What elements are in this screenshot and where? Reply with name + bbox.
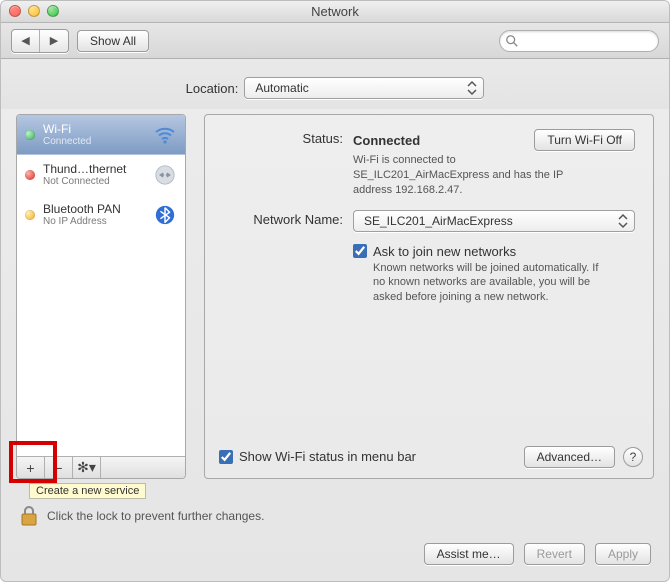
service-item-thunderbolt-ethernet[interactable]: Thund…thernet Not Connected <box>17 155 185 195</box>
assist-me-button[interactable]: Assist me… <box>424 543 514 565</box>
turn-wifi-off-button[interactable]: Turn Wi-Fi Off <box>534 129 635 151</box>
ask-join-label: Ask to join new networks <box>373 244 516 259</box>
service-text: Thund…thernet Not Connected <box>43 162 145 187</box>
service-action-menu[interactable]: ✻▾ <box>73 457 101 478</box>
status-description: Wi-Fi is connected to SE_ILC201_AirMacEx… <box>353 153 593 198</box>
status-dot <box>25 210 35 220</box>
service-text: Bluetooth PAN No IP Address <box>43 202 145 227</box>
titlebar: Network <box>1 1 669 23</box>
window-title: Network <box>311 4 359 19</box>
show-status-menubar-checkbox[interactable] <box>219 450 233 464</box>
ask-join-checkbox[interactable] <box>353 244 367 258</box>
remove-service-button[interactable]: − <box>45 457 73 478</box>
services-list: Wi-Fi Connected Thund…thernet Not Connec… <box>17 115 185 456</box>
bottom-buttons: Assist me… Revert Apply <box>424 543 651 565</box>
network-name-label: Network Name: <box>223 210 343 227</box>
toolbar: ◀ ▶ Show All <box>1 23 669 59</box>
lock-icon[interactable] <box>19 505 39 527</box>
traffic-lights <box>9 5 59 17</box>
status-value-col: Connected Turn Wi-Fi Off Wi-Fi is connec… <box>353 129 635 198</box>
content-area: Wi-Fi Connected Thund…thernet Not Connec… <box>1 109 669 489</box>
network-name-value: SE_ILC201_AirMacExpress <box>364 214 513 228</box>
status-label: Status: <box>223 129 343 146</box>
minimize-window-button[interactable] <box>28 5 40 17</box>
tooltip: Create a new service <box>29 483 146 499</box>
location-value: Automatic <box>255 81 308 95</box>
help-button[interactable]: ? <box>623 447 643 467</box>
popup-arrows-icon <box>464 80 480 96</box>
close-window-button[interactable] <box>9 5 21 17</box>
popup-arrows-icon <box>615 213 631 229</box>
service-status: Connected <box>43 136 145 147</box>
back-button[interactable]: ◀ <box>12 30 40 52</box>
services-sidebar: Wi-Fi Connected Thund…thernet Not Connec… <box>16 114 186 479</box>
advanced-button[interactable]: Advanced… <box>524 446 615 468</box>
forward-button[interactable]: ▶ <box>40 30 68 52</box>
location-label: Location: <box>186 81 239 96</box>
service-name: Bluetooth PAN <box>43 202 145 216</box>
search-icon <box>505 34 519 48</box>
zoom-window-button[interactable] <box>47 5 59 17</box>
service-text: Wi-Fi Connected <box>43 122 145 147</box>
service-name: Thund…thernet <box>43 162 145 176</box>
network-name-popup[interactable]: SE_ILC201_AirMacExpress <box>353 210 635 232</box>
ask-join-checkbox-wrapper[interactable]: Ask to join new networks <box>353 244 635 259</box>
search-input[interactable] <box>499 30 659 52</box>
nav-back-forward: ◀ ▶ <box>11 29 69 53</box>
show-status-menubar-wrapper[interactable]: Show Wi-Fi status in menu bar <box>219 449 416 464</box>
services-sidebar-toolbar: + − ✻▾ <box>17 456 185 478</box>
ethernet-icon <box>153 163 177 187</box>
lock-text: Click the lock to prevent further change… <box>47 509 264 523</box>
network-prefpane-window: Network ◀ ▶ Show All Location: Automatic <box>0 0 670 582</box>
service-item-wifi[interactable]: Wi-Fi Connected <box>17 115 185 155</box>
service-status: Not Connected <box>43 176 145 187</box>
network-name-row: Network Name: SE_ILC201_AirMacExpress <box>223 210 635 232</box>
status-dot <box>25 170 35 180</box>
ask-join-row: Ask to join new networks Known networks … <box>223 244 635 306</box>
detail-panel: Status: Connected Turn Wi-Fi Off Wi-Fi i… <box>204 114 654 479</box>
bluetooth-icon <box>153 203 177 227</box>
add-service-button[interactable]: + <box>17 457 45 478</box>
service-name: Wi-Fi <box>43 122 145 136</box>
show-status-menubar-label: Show Wi-Fi status in menu bar <box>239 449 416 464</box>
status-row: Status: Connected Turn Wi-Fi Off Wi-Fi i… <box>223 129 635 198</box>
service-status: No IP Address <box>43 216 145 227</box>
wifi-icon <box>153 123 177 147</box>
status-dot <box>25 130 35 140</box>
search-field-wrapper <box>499 30 659 52</box>
apply-button[interactable]: Apply <box>595 543 651 565</box>
service-item-bluetooth-pan[interactable]: Bluetooth PAN No IP Address <box>17 195 185 235</box>
location-popup[interactable]: Automatic <box>244 77 484 99</box>
location-row: Location: Automatic <box>1 59 669 109</box>
revert-button[interactable]: Revert <box>524 543 585 565</box>
status-value: Connected <box>353 133 420 148</box>
show-all-button[interactable]: Show All <box>77 30 149 52</box>
ask-join-description: Known networks will be joined automatica… <box>373 261 613 306</box>
